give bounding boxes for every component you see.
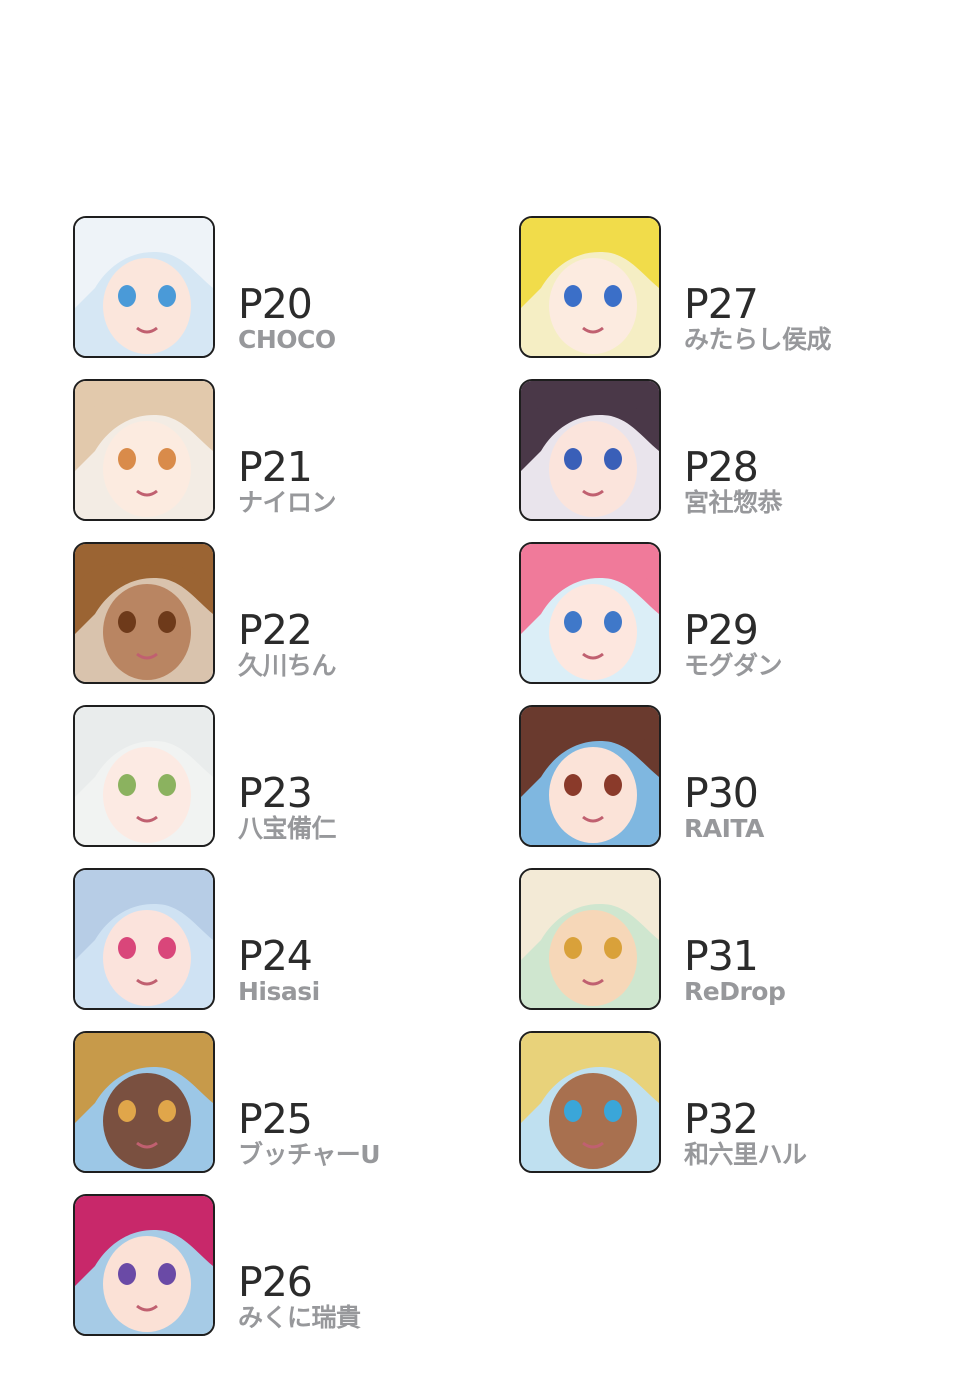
contributor-entry: P20 CHOCO (73, 216, 453, 358)
contributor-entry: P24 Hisasi (73, 868, 453, 1010)
contributor-entry: P26 みくに瑞貴 (73, 1194, 453, 1336)
page-number: P22 (238, 606, 313, 654)
contributor-entry: P29 モグダン (519, 542, 899, 684)
page-number: P26 (238, 1258, 313, 1306)
portrait-face (103, 1236, 191, 1332)
portrait-eye-left (118, 1100, 136, 1122)
contributor-entry: P30 RAITA (519, 705, 899, 847)
portrait-face (103, 421, 191, 517)
page-number: P20 (238, 280, 313, 328)
portrait-eye-right (158, 611, 176, 633)
portrait-face (549, 421, 637, 517)
portrait-eye-right (604, 1100, 622, 1122)
artist-portrait (73, 379, 215, 521)
portrait-eye-right (158, 285, 176, 307)
artist-name: RAITA (684, 814, 764, 843)
portrait-eye-right (604, 937, 622, 959)
artist-name: ReDrop (684, 977, 786, 1006)
artist-portrait (519, 379, 661, 521)
page-number: P23 (238, 769, 313, 817)
portrait-eye-left (118, 611, 136, 633)
artist-portrait (73, 542, 215, 684)
artist-name: モグダン (684, 651, 783, 680)
artist-name: 宮社惣恭 (684, 488, 783, 517)
portrait-eye-right (604, 611, 622, 633)
portrait-eye-right (604, 448, 622, 470)
portrait-face (549, 910, 637, 1006)
portrait-face (549, 747, 637, 843)
portrait-eye-left (564, 774, 582, 796)
artist-name: 和六里ハル (684, 1140, 807, 1169)
portrait-eye-right (158, 448, 176, 470)
artist-portrait (519, 705, 661, 847)
portrait-face (549, 1073, 637, 1169)
page-number: P29 (684, 606, 759, 654)
portrait-eye-right (158, 1100, 176, 1122)
artist-name: 八宝備仁 (238, 814, 337, 843)
portrait-eye-left (564, 448, 582, 470)
contributor-entry: P21 ナイロン (73, 379, 453, 521)
contributor-entry: P28 宮社惣恭 (519, 379, 899, 521)
contributor-entry: P31 ReDrop (519, 868, 899, 1010)
artist-portrait (519, 542, 661, 684)
page-number: P28 (684, 443, 759, 491)
portrait-eye-right (604, 285, 622, 307)
artist-name: ナイロン (238, 488, 337, 517)
artist-portrait (519, 1031, 661, 1173)
page-number: P21 (238, 443, 313, 491)
artist-portrait (73, 216, 215, 358)
artist-name: ブッチャーU (238, 1140, 381, 1169)
portrait-face (103, 1073, 191, 1169)
contributor-entry: P22 久川ちん (73, 542, 453, 684)
page-number: P25 (238, 1095, 313, 1143)
artist-portrait (519, 216, 661, 358)
portrait-eye-left (564, 1100, 582, 1122)
contributor-entry: P25 ブッチャーU (73, 1031, 453, 1173)
artist-name: みたらし侯成 (684, 325, 832, 354)
page-number: P31 (684, 932, 759, 980)
portrait-face (103, 258, 191, 354)
portrait-eye-right (158, 774, 176, 796)
page-number: P30 (684, 769, 759, 817)
portrait-face (103, 747, 191, 843)
artist-portrait (73, 1194, 215, 1336)
contributor-entry: P23 八宝備仁 (73, 705, 453, 847)
artist-name: みくに瑞貴 (238, 1303, 361, 1332)
artist-portrait (73, 1031, 215, 1173)
portrait-eye-left (118, 1263, 136, 1285)
portrait-eye-left (564, 611, 582, 633)
portrait-face (103, 584, 191, 680)
portrait-face (549, 258, 637, 354)
artist-portrait (519, 868, 661, 1010)
contributor-entry: P32 和六里ハル (519, 1031, 899, 1173)
portrait-eye-left (118, 448, 136, 470)
page-number: P24 (238, 932, 313, 980)
portrait-eye-left (118, 774, 136, 796)
portrait-eye-left (118, 285, 136, 307)
portrait-eye-right (604, 774, 622, 796)
artist-portrait (73, 705, 215, 847)
artist-name: 久川ちん (238, 651, 337, 680)
artist-portrait (73, 868, 215, 1010)
portrait-eye-left (564, 937, 582, 959)
artist-name: CHOCO (238, 325, 336, 354)
page-number: P32 (684, 1095, 759, 1143)
page-number: P27 (684, 280, 759, 328)
portrait-face (549, 584, 637, 680)
contributor-entry: P27 みたらし侯成 (519, 216, 899, 358)
portrait-face (103, 910, 191, 1006)
portrait-eye-left (118, 937, 136, 959)
portrait-eye-right (158, 937, 176, 959)
portrait-eye-left (564, 285, 582, 307)
artist-name: Hisasi (238, 977, 320, 1006)
portrait-eye-right (158, 1263, 176, 1285)
